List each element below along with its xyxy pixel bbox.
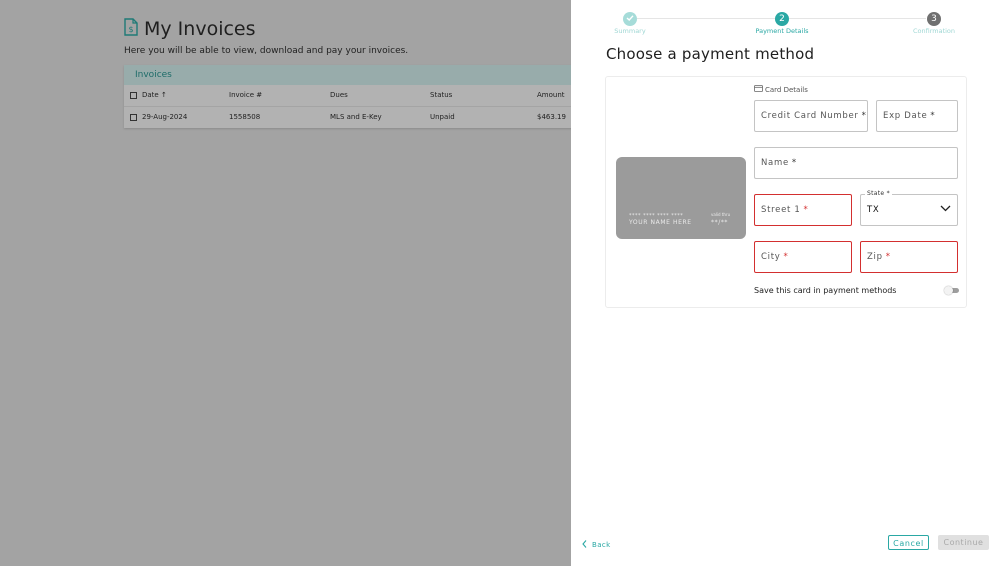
step-summary-done[interactable]	[623, 12, 637, 26]
invoice-dollar-icon: $	[124, 18, 138, 40]
card-details-label: Card Details	[754, 85, 808, 94]
step-payment-active[interactable]: 2	[775, 12, 789, 26]
payment-form-card: **** **** **** **** YOUR NAME HERE valid…	[605, 76, 967, 308]
invoices-card-title: Invoices	[124, 65, 584, 85]
cancel-button[interactable]: Cancel	[888, 535, 929, 550]
cell-dues: MLS and E-Key	[330, 113, 382, 121]
payment-panel: Summary 2 Payment Details 3 Confirmation…	[571, 0, 1000, 566]
card-expiry-mask: **/**	[711, 219, 729, 226]
page-title: My Invoices	[144, 18, 256, 40]
card-icon	[754, 85, 765, 94]
state-select[interactable]: State * TX	[860, 190, 958, 226]
city-field[interactable]: City *	[754, 241, 852, 273]
stepper-connector	[637, 18, 782, 19]
select-all-checkbox[interactable]	[130, 92, 137, 99]
save-card-label: Save this card in payment methods	[754, 286, 897, 295]
chevron-down-icon	[940, 205, 951, 215]
back-button[interactable]: Back	[582, 540, 611, 550]
column-header-amount: Amount	[537, 91, 565, 99]
state-legend: State *	[865, 190, 892, 197]
save-card-toggle[interactable]	[944, 286, 959, 295]
state-value: TX	[867, 205, 880, 215]
card-valid-label: valid thru	[711, 212, 731, 217]
check-icon	[626, 14, 634, 24]
save-card-row: Save this card in payment methods	[754, 286, 959, 295]
column-header-invoice: Invoice #	[229, 91, 263, 99]
cell-amount: $463.19	[537, 113, 566, 121]
panel-title: Choose a payment method	[606, 45, 815, 63]
page-subtitle: Here you will be able to view, download …	[124, 46, 409, 56]
toggle-knob	[944, 286, 953, 295]
zip-field[interactable]: Zip *	[860, 241, 958, 273]
column-header-date[interactable]: Date ↑	[142, 85, 167, 106]
card-holder-placeholder: YOUR NAME HERE	[629, 219, 692, 226]
continue-button[interactable]: Continue	[938, 535, 989, 550]
column-header-status: Status	[430, 91, 453, 99]
invoices-card: Invoices Date ↑ Invoice # Dues Status Am…	[124, 65, 584, 128]
stepper-connector	[789, 18, 926, 19]
chevron-left-icon	[582, 540, 587, 550]
step-label-confirmation: Confirmation	[912, 27, 956, 35]
exp-date-field[interactable]: Exp Date *	[876, 100, 958, 132]
svg-text:$: $	[128, 25, 133, 34]
step-confirmation[interactable]: 3	[927, 12, 941, 26]
table-row[interactable]: 29-Aug-2024 1558508 MLS and E-Key Unpaid…	[124, 106, 584, 127]
table-header-row: Date ↑ Invoice # Dues Status Amount	[124, 85, 584, 106]
name-field[interactable]: Name *	[754, 147, 958, 179]
row-checkbox[interactable]	[130, 114, 137, 121]
cell-invoice: 1558508	[229, 113, 261, 121]
street-field[interactable]: Street 1 *	[754, 194, 852, 226]
page-header: $ My Invoices Here you will be able to v…	[124, 18, 408, 56]
column-header-dues: Dues	[330, 91, 348, 99]
step-label-summary: Summary	[614, 27, 646, 35]
cell-date: 29-Aug-2024	[142, 113, 188, 121]
step-label-payment: Payment Details	[755, 27, 809, 35]
cell-status: Unpaid	[430, 113, 455, 121]
sort-arrow-up-icon: ↑	[160, 91, 167, 99]
card-number-field[interactable]: Credit Card Number *	[754, 100, 868, 132]
credit-card-preview: **** **** **** **** YOUR NAME HERE valid…	[616, 157, 746, 239]
